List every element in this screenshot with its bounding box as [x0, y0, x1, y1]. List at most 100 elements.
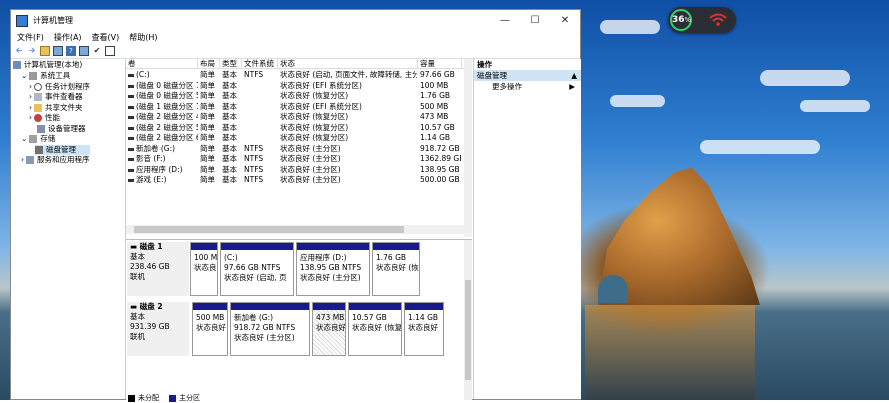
- tree-item-storage[interactable]: ⌄ 存储: [21, 134, 55, 144]
- cell-status: 状态良好 (EFI 系统分区): [280, 101, 362, 111]
- column-header-layout[interactable]: 布局: [198, 59, 220, 69]
- collapse-chevron-icon[interactable]: ›: [21, 155, 24, 165]
- submenu-arrow-icon: ▶: [569, 82, 575, 91]
- cloud: [610, 95, 665, 107]
- forward-arrow-icon[interactable]: 🡪: [27, 46, 37, 56]
- properties-icon[interactable]: [79, 46, 89, 56]
- cell-capacity: 500.00 GB: [420, 175, 460, 184]
- disk-1-label[interactable]: ▬ 磁盘 1 基本 238.46 GB 联机: [127, 242, 189, 296]
- minimize-button[interactable]: —: [490, 10, 520, 31]
- partition-status: 状态良: [194, 263, 217, 272]
- tree-item-label: 性能: [45, 113, 60, 122]
- partition-bar: [349, 303, 401, 310]
- table-row[interactable]: (C:) 简单 基本 NTFS 状态良好 (启动, 页面文件, 故障转储, 主分区) 97…: [126, 70, 472, 81]
- cell-status: 状态良好 (启动, 页面文件, 故障转储, 主分区): [280, 70, 417, 79]
- scrollbar-thumb[interactable]: [134, 226, 404, 233]
- back-arrow-icon[interactable]: 🡨: [14, 46, 24, 56]
- tree-item-event-viewer[interactable]: › 事件查看器: [29, 92, 83, 102]
- table-row[interactable]: 影音 (F:)简单基本NTFS状态良好 (主分区)1362.89 GB1: [126, 154, 472, 165]
- menu-action[interactable]: 操作(A): [54, 32, 82, 43]
- cell-capacity: 1.76 GB: [420, 91, 451, 100]
- cell-volume: (磁盘 2 磁盘分区 6): [136, 133, 198, 142]
- table-row[interactable]: (磁盘 2 磁盘分区 5)简单基本状态良好 (恢复分区)10.57 GB1: [126, 123, 472, 134]
- tree-item-device-manager[interactable]: 设备管理器: [37, 124, 86, 134]
- column-header-type[interactable]: 类型: [220, 59, 242, 69]
- cell-type: 基本: [222, 122, 237, 132]
- help-icon[interactable]: ?: [66, 46, 76, 56]
- up-folder-icon[interactable]: [40, 46, 50, 56]
- partition-disk2-recovery-6[interactable]: 1.14 GB 状态良好: [404, 302, 444, 356]
- actions-more[interactable]: 更多操作 ▶: [474, 81, 581, 92]
- partition-disk1-c[interactable]: (C:) 97.66 GB NTFS 状态良好 (启动, 页: [220, 242, 294, 296]
- collapse-triangle-icon[interactable]: ▲: [571, 70, 577, 81]
- cell-status: 状态良好 (主分区): [280, 164, 341, 174]
- cell-status: 状态良好 (主分区): [280, 143, 341, 153]
- actions-pane: 操作 磁盘管理 ▲ 更多操作 ▶: [473, 59, 581, 399]
- tree-item-task-scheduler[interactable]: › 任务计划程序: [29, 82, 90, 92]
- horizontal-scrollbar[interactable]: [126, 225, 472, 234]
- disk-pane-scrollbar[interactable]: [464, 240, 472, 400]
- collapse-chevron-icon[interactable]: ›: [29, 82, 32, 92]
- column-header-volume[interactable]: 卷: [126, 59, 198, 69]
- table-row[interactable]: 新加卷 (G:)简单基本NTFS状态良好 (主分区)918.72 GB9: [126, 144, 472, 155]
- table-row[interactable]: (磁盘 0 磁盘分区 1)简单基本状态良好 (EFI 系统分区)100 MB1: [126, 81, 472, 92]
- cell-status: 状态良好 (主分区): [280, 175, 341, 184]
- partition-disk1-efi[interactable]: 100 M 状态良: [190, 242, 218, 296]
- tree-item-disk-management[interactable]: 磁盘管理: [35, 144, 90, 155]
- legend-primary: 主分区: [179, 394, 200, 402]
- collapse-chevron-icon[interactable]: ›: [29, 92, 32, 102]
- tree-item-system-tools[interactable]: ⌄ 系统工具: [21, 71, 70, 81]
- disk-2-label[interactable]: ▬ 磁盘 2 基本 931.39 GB 联机: [127, 302, 189, 356]
- partition-disk2-efi[interactable]: 500 MB状态良好 (E: [192, 302, 228, 356]
- tree-item-services-and-applications[interactable]: › 服务和应用程序: [21, 155, 90, 165]
- legend-swatch-unallocated: [128, 394, 135, 402]
- partition-bar: [297, 243, 369, 250]
- partition-disk2-recovery-selected[interactable]: 473 MB 状态良好: [312, 302, 346, 356]
- disk-status: 联机: [130, 332, 145, 341]
- column-header-status[interactable]: 状态: [278, 59, 418, 69]
- table-row[interactable]: (磁盘 2 磁盘分区 6)简单基本状态良好 (恢复分区)1.14 GB1: [126, 133, 472, 144]
- partition-bar: [313, 303, 345, 310]
- close-button[interactable]: ✕: [550, 10, 580, 31]
- partition-label: 新加卷 (G:): [234, 313, 274, 322]
- expand-chevron-icon[interactable]: ⌄: [21, 134, 27, 144]
- tree-item-shared-folders[interactable]: › 共享文件夹: [29, 103, 83, 113]
- tree-item-computer-management[interactable]: 计算机管理(本地): [13, 60, 82, 70]
- collapse-chevron-icon[interactable]: ›: [29, 103, 32, 113]
- collapse-chevron-icon[interactable]: ›: [29, 113, 32, 123]
- show-hide-tree-icon[interactable]: [53, 46, 63, 56]
- partition-disk2-recovery-5[interactable]: 10.57 GB 状态良好 (恢复: [348, 302, 402, 356]
- column-header-filesystem[interactable]: 文件系统: [242, 59, 278, 69]
- scrollbar-thumb[interactable]: [465, 280, 471, 380]
- main-content: 计算机管理(本地) ⌄ 系统工具 › 任务计划程序 › 事件查看器 › 共享文件夹 › 性…: [11, 59, 581, 402]
- cell-capacity: 138.95 GB: [420, 164, 460, 174]
- tree-item-label: 计算机管理(本地): [24, 60, 83, 69]
- table-row[interactable]: 游戏 (E:)简单基本NTFS状态良好 (主分区)500.00 GB4: [126, 175, 472, 186]
- cell-type: 基本: [222, 101, 237, 111]
- partition-disk2-g[interactable]: 新加卷 (G:) 918.72 GB NTFS 状态良好 (主分区): [230, 302, 310, 356]
- actions-disk-management[interactable]: 磁盘管理 ▲: [474, 70, 581, 81]
- connect-icon[interactable]: ✔: [92, 46, 102, 56]
- partition-disk1-d[interactable]: 应用程序 (D:) 138.95 GB NTFS 状态良好 (主分区): [296, 242, 370, 296]
- table-row[interactable]: (磁盘 0 磁盘分区 5)简单基本状态良好 (恢复分区)1.76 GB1: [126, 91, 472, 102]
- export-list-icon[interactable]: [105, 46, 115, 56]
- menu-file[interactable]: 文件(F): [17, 32, 44, 43]
- menu-view[interactable]: 查看(V): [92, 32, 120, 43]
- partition-bar: [191, 243, 217, 250]
- actions-header: 操作: [477, 60, 492, 69]
- vertical-scrollbar[interactable]: [464, 59, 472, 237]
- partition-disk1-recovery[interactable]: 1.76 GB 状态良好 (恢: [372, 242, 420, 296]
- maximize-button[interactable]: ☐: [520, 10, 550, 31]
- table-row[interactable]: (磁盘 1 磁盘分区 1)简单基本状态良好 (EFI 系统分区)500 MB5: [126, 102, 472, 113]
- partition-bar: [231, 303, 309, 310]
- network-speed-widget[interactable]: 36%: [668, 7, 736, 33]
- table-row[interactable]: (磁盘 2 磁盘分区 4)简单基本状态良好 (恢复分区)473 MB4: [126, 112, 472, 123]
- tree-item-performance[interactable]: › 性能: [29, 113, 60, 123]
- usage-gauge: 36%: [670, 9, 692, 31]
- column-header-capacity[interactable]: 容量: [418, 59, 462, 69]
- expand-chevron-icon[interactable]: ⌄: [21, 71, 27, 81]
- cell-type: 基本: [222, 133, 237, 142]
- window-title: 计算机管理: [33, 16, 73, 25]
- table-row[interactable]: 应用程序 (D:)简单基本NTFS状态良好 (主分区)138.95 GB1: [126, 165, 472, 176]
- menu-help[interactable]: 帮助(H): [129, 32, 157, 43]
